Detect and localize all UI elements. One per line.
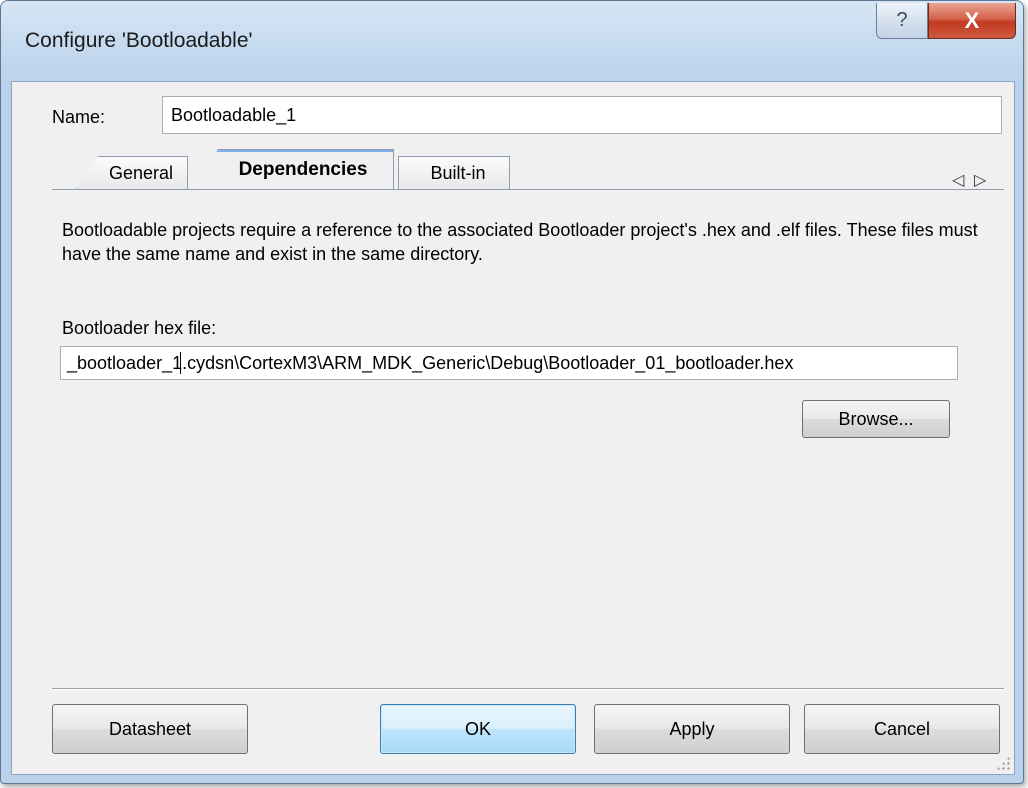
tab-general[interactable]: General bbox=[76, 156, 188, 189]
tab-built-in[interactable]: Built-in bbox=[398, 156, 510, 189]
name-label: Name: bbox=[52, 107, 106, 127]
window-title: Configure 'Bootloadable' bbox=[25, 29, 253, 52]
close-button[interactable]: X bbox=[928, 3, 1016, 39]
datasheet-button[interactable]: Datasheet bbox=[52, 704, 248, 754]
ok-button[interactable]: OK bbox=[380, 704, 576, 754]
title-bar[interactable]: Configure 'Bootloadable' ? X bbox=[1, 1, 1023, 81]
browse-button[interactable]: Browse... bbox=[802, 400, 950, 438]
name-input[interactable] bbox=[162, 96, 1002, 134]
tab-scroll-right-icon[interactable]: ▷ bbox=[974, 170, 986, 190]
tab-scroll-left-icon[interactable]: ◁ bbox=[952, 170, 964, 190]
cancel-button[interactable]: Cancel bbox=[804, 704, 1000, 754]
close-icon: X bbox=[964, 7, 980, 33]
apply-button[interactable]: Apply bbox=[594, 704, 790, 754]
help-button[interactable]: ? bbox=[876, 3, 928, 39]
dialog-body: Name: General Built-in Dependencies ◁ ▷ … bbox=[11, 81, 1015, 775]
tab-dependencies[interactable]: Dependencies bbox=[198, 149, 394, 190]
resize-grip-icon[interactable] bbox=[996, 756, 1010, 770]
text-caret bbox=[180, 352, 181, 374]
hex-file-input[interactable]: _bootloader_1.cydsn\CortexM3\ARM_MDK_Gen… bbox=[60, 346, 958, 380]
separator-highlight bbox=[52, 689, 1004, 690]
tab-divider bbox=[52, 189, 1004, 190]
hex-file-label: Bootloader hex file: bbox=[62, 318, 217, 338]
help-icon: ? bbox=[896, 9, 908, 31]
tab-strip: General Built-in Dependencies bbox=[52, 146, 1004, 190]
dependencies-description: Bootloadable projects require a referenc… bbox=[62, 220, 978, 264]
configure-dialog: Configure 'Bootloadable' ? X Name: Gener… bbox=[0, 0, 1024, 784]
